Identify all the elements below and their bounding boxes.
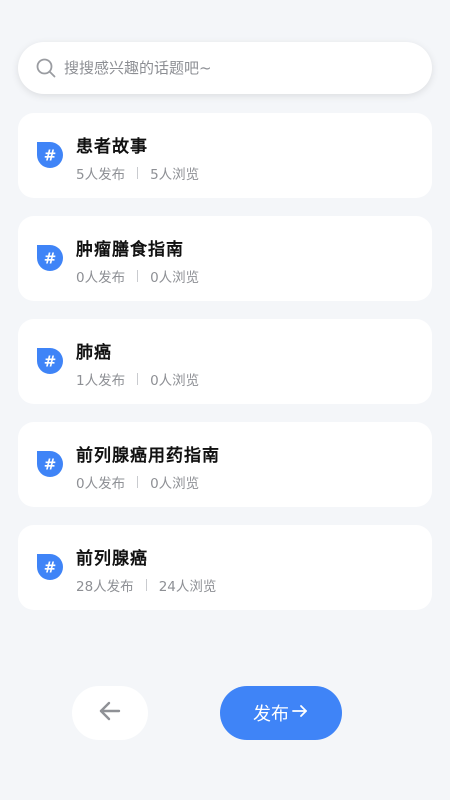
svg-text:#: # xyxy=(44,456,57,474)
topic-card-prostate-cancer[interactable]: # 前列腺癌 28人发布 24人浏览 xyxy=(18,525,432,610)
topic-title: 前列腺癌用药指南 xyxy=(76,446,220,466)
publisher-count: 28人发布 xyxy=(76,579,134,595)
viewer-count: 5人浏览 xyxy=(150,167,200,183)
publisher-count: 0人发布 xyxy=(76,476,126,492)
viewer-count: 0人浏览 xyxy=(150,270,200,286)
search-icon xyxy=(36,58,56,78)
topic-stats: 1人发布 0人浏览 xyxy=(76,369,199,389)
publisher-count: 0人发布 xyxy=(76,270,126,286)
arrow-left-icon xyxy=(97,698,123,728)
topic-stats: 28人发布 24人浏览 xyxy=(76,575,216,595)
arrow-right-icon xyxy=(289,702,309,725)
topic-stats: 0人发布 0人浏览 xyxy=(76,472,199,492)
hashtag-icon: # xyxy=(36,244,64,272)
topic-title: 肿瘤膳食指南 xyxy=(76,240,184,260)
topic-card-lung-cancer[interactable]: # 肺癌 1人发布 0人浏览 xyxy=(18,319,432,404)
topic-stats: 5人发布 5人浏览 xyxy=(76,163,199,183)
publish-button[interactable]: 发布 xyxy=(220,686,342,740)
topic-card-prostate-cancer-medication-guide[interactable]: # 前列腺癌用药指南 0人发布 0人浏览 xyxy=(18,422,432,507)
back-button[interactable] xyxy=(72,686,148,740)
publisher-count: 5人发布 xyxy=(76,167,126,183)
hashtag-icon: # xyxy=(36,553,64,581)
svg-text:#: # xyxy=(44,353,57,371)
hashtag-icon: # xyxy=(36,141,64,169)
topic-card-patient-stories[interactable]: # 患者故事 5人发布 5人浏览 xyxy=(18,113,432,198)
topic-stats: 0人发布 0人浏览 xyxy=(76,266,199,286)
stats-divider xyxy=(137,476,139,488)
svg-text:#: # xyxy=(44,147,57,165)
hashtag-icon: # xyxy=(36,450,64,478)
svg-text:#: # xyxy=(44,559,57,577)
topic-title: 肺癌 xyxy=(76,343,112,363)
svg-text:#: # xyxy=(44,250,57,268)
stats-divider xyxy=(137,167,139,179)
stats-divider xyxy=(137,373,139,385)
search-input[interactable] xyxy=(64,59,394,77)
stats-divider xyxy=(137,270,139,282)
publisher-count: 1人发布 xyxy=(76,373,126,389)
viewer-count: 0人浏览 xyxy=(150,373,200,389)
topic-list: # 患者故事 5人发布 5人浏览 # 肿瘤膳食指南 0人发布 0人浏览 # 肺癌… xyxy=(18,113,432,628)
topic-title: 前列腺癌 xyxy=(76,549,148,569)
viewer-count: 0人浏览 xyxy=(150,476,200,492)
topic-card-tumor-diet-guide[interactable]: # 肿瘤膳食指南 0人发布 0人浏览 xyxy=(18,216,432,301)
stats-divider xyxy=(145,579,147,591)
search-bar[interactable] xyxy=(18,42,432,94)
publish-label: 发布 xyxy=(253,704,289,725)
hashtag-icon: # xyxy=(36,347,64,375)
topic-title: 患者故事 xyxy=(76,137,148,157)
viewer-count: 24人浏览 xyxy=(158,579,217,595)
